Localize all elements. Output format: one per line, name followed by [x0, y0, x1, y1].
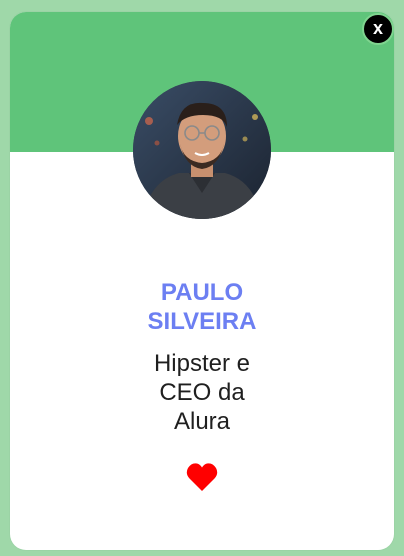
- profile-name: PAULO SILVEIRA: [10, 278, 394, 336]
- profile-role-line3: Alura: [173, 408, 231, 435]
- profile-role-line2: CEO da: [159, 379, 245, 406]
- avatar-photo: [133, 81, 271, 219]
- close-icon: x: [372, 18, 383, 38]
- profile-name-line1: PAULO: [160, 279, 244, 306]
- profile-role: Hipster e CEO da Alura: [10, 349, 394, 436]
- profile-role-line1: Hipster e: [153, 350, 251, 377]
- like-button[interactable]: [186, 462, 218, 492]
- avatar: [133, 81, 271, 219]
- close-button[interactable]: x: [362, 13, 394, 45]
- heart-icon: [186, 463, 218, 491]
- profile-name-line2: SILVEIRA: [147, 308, 257, 335]
- profile-card: PAULO SILVEIRA Hipster e CEO da Alura: [10, 12, 394, 550]
